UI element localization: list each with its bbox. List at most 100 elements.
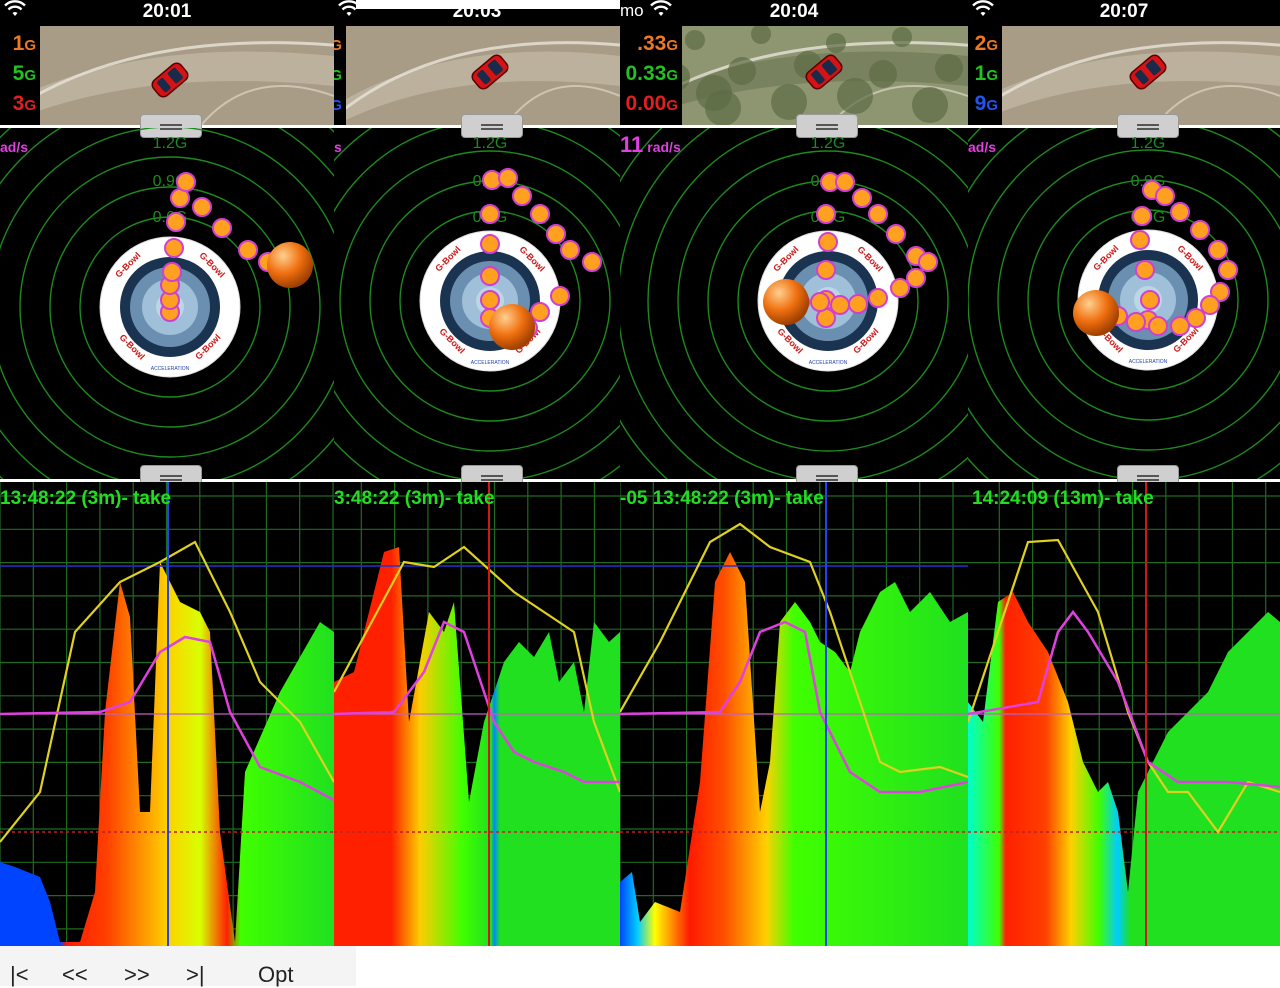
- options-button[interactable]: Opt: [258, 962, 293, 988]
- last-button[interactable]: >|: [186, 962, 205, 988]
- wifi-icon: [650, 0, 672, 24]
- g-unit: G: [24, 97, 36, 114]
- g-readouts: 1G 5G 3G: [0, 26, 40, 126]
- g-scale-label: 1.2G: [473, 135, 508, 152]
- g-unit: G: [666, 67, 678, 84]
- trace-dot: [480, 204, 500, 224]
- g-force-graph[interactable]: [0, 482, 334, 946]
- trace-dot: [480, 234, 500, 254]
- g-force-graph[interactable]: [620, 482, 968, 946]
- rewind-button[interactable]: <<: [62, 962, 88, 988]
- wifi-icon: [4, 0, 26, 24]
- g-bowl-panel: 20:04 mo .33G 0.33G 0.00G G-Bowl G-Bowl G-Bowl G…: [620, 0, 968, 946]
- g-value-readout: 9G: [974, 92, 998, 115]
- g-value-readout: 3G: [12, 92, 36, 115]
- g-value-readout: 0.00G: [625, 92, 678, 115]
- trace-dot: [852, 188, 872, 208]
- g-unit: G: [986, 37, 998, 54]
- g-unit: G: [24, 37, 36, 54]
- g-value-readout: 2G: [974, 32, 998, 55]
- trace-dot: [166, 212, 186, 232]
- graph-title: 3:48:22 (3m)- take: [334, 488, 495, 509]
- trace-dot: [550, 286, 570, 306]
- g-value-readout: 1G: [974, 62, 998, 85]
- playback-toolbar: |< << >> >| Opt: [0, 946, 356, 988]
- g-scale-label: 1.2G: [153, 135, 188, 152]
- g-unit: G: [334, 97, 342, 114]
- g-readouts: 2G 1G 9G: [968, 26, 1002, 126]
- trace-dot: [1170, 202, 1190, 222]
- g-bowl-panel: 20:07 2G 1G 9G G-Bowl G-Bowl G-Bowl G-Bowl ACCEL…: [968, 0, 1280, 946]
- trace-dot: [886, 224, 906, 244]
- g-ball-marker: [763, 279, 809, 325]
- g-value-readout: .33G: [637, 32, 678, 55]
- trace-dot: [868, 204, 888, 224]
- g-bowl-radar: G-BowlG-BowlG-BowlG-BowlACCELERATION1.2G…: [0, 66, 334, 548]
- trace-dot: [1132, 206, 1152, 226]
- trace-dot: [1140, 290, 1160, 310]
- trace-dot: [835, 172, 855, 192]
- carrier-label: mo: [620, 1, 644, 20]
- trace-dot: [1208, 240, 1228, 260]
- g-value-readout: G: [334, 62, 342, 86]
- g-unit: G: [986, 97, 998, 114]
- status-overlay-strip: [356, 0, 620, 9]
- trace-dot: [830, 295, 850, 315]
- trace-dot: [1135, 260, 1155, 280]
- g-value-readout: 5G: [12, 62, 36, 85]
- first-button[interactable]: |<: [10, 962, 29, 988]
- bowl-accel-text: ACCELERATION: [809, 360, 848, 366]
- trace-dot: [810, 292, 830, 312]
- g-unit: G: [334, 37, 342, 54]
- yaw-rate-readout: ad/s: [0, 139, 29, 155]
- trace-dot: [816, 204, 836, 224]
- trace-dot: [480, 290, 500, 310]
- trace-dot: [176, 172, 196, 192]
- trace-dot: [546, 224, 566, 244]
- g-bowl-radar: G-BowlG-BowlG-BowlG-BowlACCELERATION1.2G…: [620, 60, 968, 542]
- trace-dot: [212, 218, 232, 238]
- g-unit: G: [666, 97, 678, 114]
- trace-dot: [906, 268, 926, 288]
- g-bowl-radar: G-BowlG-BowlG-BowlG-BowlACCELERATION1.2G…: [334, 60, 620, 542]
- g-value-readout: G: [334, 92, 342, 116]
- bowl-accel-text: ACCELERATION: [151, 366, 190, 372]
- status-bar: 20:01: [0, 0, 334, 26]
- g-bowl-panel: 20:03GGGG-BowlG-BowlG-BowlG-BowlACCELERA…: [334, 0, 620, 946]
- g-readouts: .33G 0.33G 0.00G: [620, 26, 682, 126]
- g-unit: G: [334, 67, 342, 84]
- trace-dot: [560, 240, 580, 260]
- trace-dot: [192, 197, 212, 217]
- satellite-map[interactable]: [968, 26, 1280, 126]
- wifi-icon: [972, 0, 994, 24]
- graph-title: -05 13:48:22 (3m)- take: [620, 488, 824, 509]
- trace-dot: [1170, 316, 1190, 336]
- trace-dot: [164, 238, 184, 258]
- trace-dot: [868, 288, 888, 308]
- bowl-accel-text: ACCELERATION: [1129, 359, 1168, 365]
- trace-dot: [238, 240, 258, 260]
- trace-dot: [162, 262, 182, 282]
- g-force-graph[interactable]: [334, 482, 620, 946]
- trace-dot: [530, 302, 550, 322]
- g-value-readout: 1G: [12, 32, 36, 55]
- g-scale-label: 1.2G: [811, 135, 846, 152]
- g-readouts: GGG: [334, 26, 346, 126]
- trace-dot: [1200, 295, 1220, 315]
- status-bar: 20:04 mo: [620, 0, 968, 26]
- trace-dot: [480, 266, 500, 286]
- yaw-rate-readout: s: [334, 139, 342, 155]
- trace-dot: [1148, 316, 1168, 336]
- satellite-map[interactable]: [0, 26, 334, 126]
- status-time: 20:04: [769, 1, 819, 22]
- forward-button[interactable]: >>: [124, 962, 150, 988]
- g-ball-marker: [267, 242, 313, 288]
- trace-dot: [1130, 230, 1150, 250]
- trace-dot: [816, 260, 836, 280]
- g-force-graph[interactable]: [968, 482, 1280, 946]
- trace-dot: [918, 252, 938, 272]
- g-unit: G: [24, 67, 36, 84]
- satellite-map[interactable]: [334, 26, 620, 126]
- g-value-readout: G: [334, 32, 342, 56]
- g-unit: G: [986, 67, 998, 84]
